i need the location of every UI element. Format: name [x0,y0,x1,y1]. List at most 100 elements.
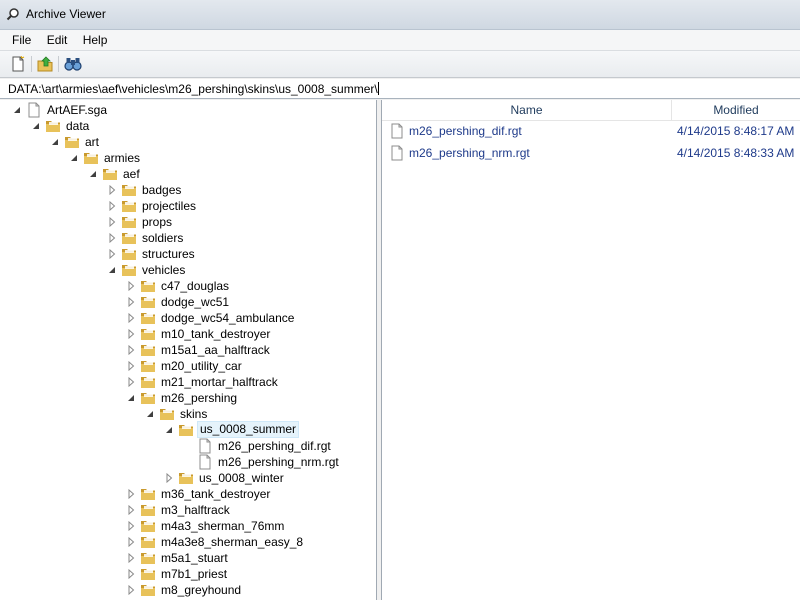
window-title: Archive Viewer [26,7,106,21]
file-name: m26_pershing_dif.rgt [409,124,522,138]
folder-icon [141,377,155,388]
folder-icon [141,569,155,580]
file-list[interactable]: Name Modified m26_pershing_dif.rgt 4/14/2… [382,100,800,600]
tree-collapsed-arrow-icon[interactable] [126,313,136,323]
tree-item-label: props [142,215,173,229]
column-header-name[interactable]: Name [382,100,672,120]
tree-expanded-arrow-icon[interactable] [126,393,136,403]
tree-item-label: m3_halftrack [161,503,230,517]
tree-item-label: data [66,119,90,133]
tree-expanded-arrow-icon[interactable] [145,409,155,419]
tree-view[interactable]: ArtAEF.sga data art armies aef badges projecti… [0,100,377,600]
extract-icon [37,56,53,72]
tree-collapsed-arrow-icon[interactable] [126,281,136,291]
menu-help[interactable]: Help [77,31,114,49]
tree-item-label: us_0008_winter [199,471,284,485]
tree-collapsed-arrow-icon[interactable] [164,473,174,483]
folder-icon [141,489,155,500]
menu-edit[interactable]: Edit [41,31,74,49]
folder-icon [141,361,155,372]
tree-expanded-arrow-icon[interactable] [50,137,60,147]
tree-item-label: armies [104,151,141,165]
folder-icon [84,153,98,164]
tree-collapsed-arrow-icon[interactable] [126,345,136,355]
tree-item-label: art [85,135,100,149]
toolbar [0,50,800,78]
tree-collapsed-arrow-icon[interactable] [107,185,117,195]
tree-collapsed-arrow-icon[interactable] [126,521,136,531]
title-bar: Archive Viewer [0,0,800,30]
folder-icon [141,585,155,596]
tree-collapsed-arrow-icon[interactable] [126,537,136,547]
file-modified: 4/14/2015 8:48:17 AM [677,124,795,138]
folder-icon [103,169,117,180]
folder-icon [65,137,79,148]
tree-collapsed-arrow-icon[interactable] [126,505,136,515]
tree-expanded-arrow-icon[interactable] [69,153,79,163]
folder-icon [141,553,155,564]
file-modified: 4/14/2015 8:48:33 AM [677,146,795,160]
tree-expanded-arrow-icon[interactable] [164,425,174,435]
file-name: m26_pershing_nrm.rgt [409,146,530,160]
tree-expanded-arrow-icon[interactable] [107,265,117,275]
tree-collapsed-arrow-icon[interactable] [126,553,136,563]
magnifier-app-icon [6,8,19,21]
tree-expanded-arrow-icon[interactable] [31,121,41,131]
tree-collapsed-arrow-icon[interactable] [126,297,136,307]
text-caret [377,82,379,95]
menu-file[interactable]: File [6,31,37,49]
tree-item-label: m26_pershing_dif.rgt [218,439,331,453]
toolbar-separator [58,56,59,72]
folder-icon [46,121,60,132]
tree-item-label: soldiers [142,231,184,245]
folder-icon [122,233,136,244]
tree-collapsed-arrow-icon[interactable] [126,361,136,371]
tree-item-label: m5a1_stuart [161,551,228,565]
tree-item-label: skins [180,407,208,421]
extract-button[interactable] [36,54,56,74]
list-header: Name Modified [382,100,800,121]
tree-collapsed-arrow-icon[interactable] [126,569,136,579]
tree-item-label: us_0008_summer [197,421,300,438]
tree-item-label: m10_tank_destroyer [161,327,271,341]
list-item[interactable]: m26_pershing_dif.rgt 4/14/2015 8:48:17 AM [382,121,800,141]
tree-collapsed-arrow-icon[interactable] [126,489,136,499]
column-header-modified[interactable]: Modified [672,100,800,120]
folder-icon [122,217,136,228]
path-input[interactable]: DATA:\art\armies\aef\vehicles\m26_pershi… [8,82,379,96]
tree-collapsed-arrow-icon[interactable] [107,249,117,259]
tree-collapsed-arrow-icon[interactable] [107,233,117,243]
file-icon [199,454,211,470]
tree-item-label: m26_pershing [161,391,238,405]
tree-expanded-arrow-icon[interactable] [12,105,22,115]
tree-expanded-arrow-icon[interactable] [88,169,98,179]
tree-item-label: m7b1_priest [161,567,228,581]
folder-icon [160,409,174,420]
folder-icon [141,393,155,404]
folder-icon [141,537,155,548]
folder-icon [122,201,136,212]
folder-icon [141,521,155,532]
tree-item-label: ArtAEF.sga [47,103,108,117]
new-button[interactable] [8,54,28,74]
find-button[interactable] [63,54,83,74]
tree-item-label: projectiles [142,199,197,213]
tree-collapsed-arrow-icon[interactable] [126,585,136,595]
tree-item-label: c47_douglas [161,279,230,293]
folder-icon [141,505,155,516]
path-bar[interactable]: DATA:\art\armies\aef\vehicles\m26_pershi… [0,79,800,99]
new-document-icon [12,56,25,72]
tree-item-label: m21_mortar_halftrack [161,375,278,389]
tree-collapsed-arrow-icon[interactable] [126,329,136,339]
menu-bar: File Edit Help [0,30,800,50]
tree-collapsed-arrow-icon[interactable] [107,217,117,227]
folder-icon [141,313,155,324]
tree-item-label: vehicles [142,263,186,277]
folder-icon [179,425,193,436]
tree-item-label: dodge_wc51 [161,295,230,309]
tree-item-label: structures [142,247,195,261]
tree-item-label: m20_utility_car [161,359,242,373]
list-item[interactable]: m26_pershing_nrm.rgt 4/14/2015 8:48:33 AM [382,143,800,163]
tree-collapsed-arrow-icon[interactable] [107,201,117,211]
tree-collapsed-arrow-icon[interactable] [126,377,136,387]
